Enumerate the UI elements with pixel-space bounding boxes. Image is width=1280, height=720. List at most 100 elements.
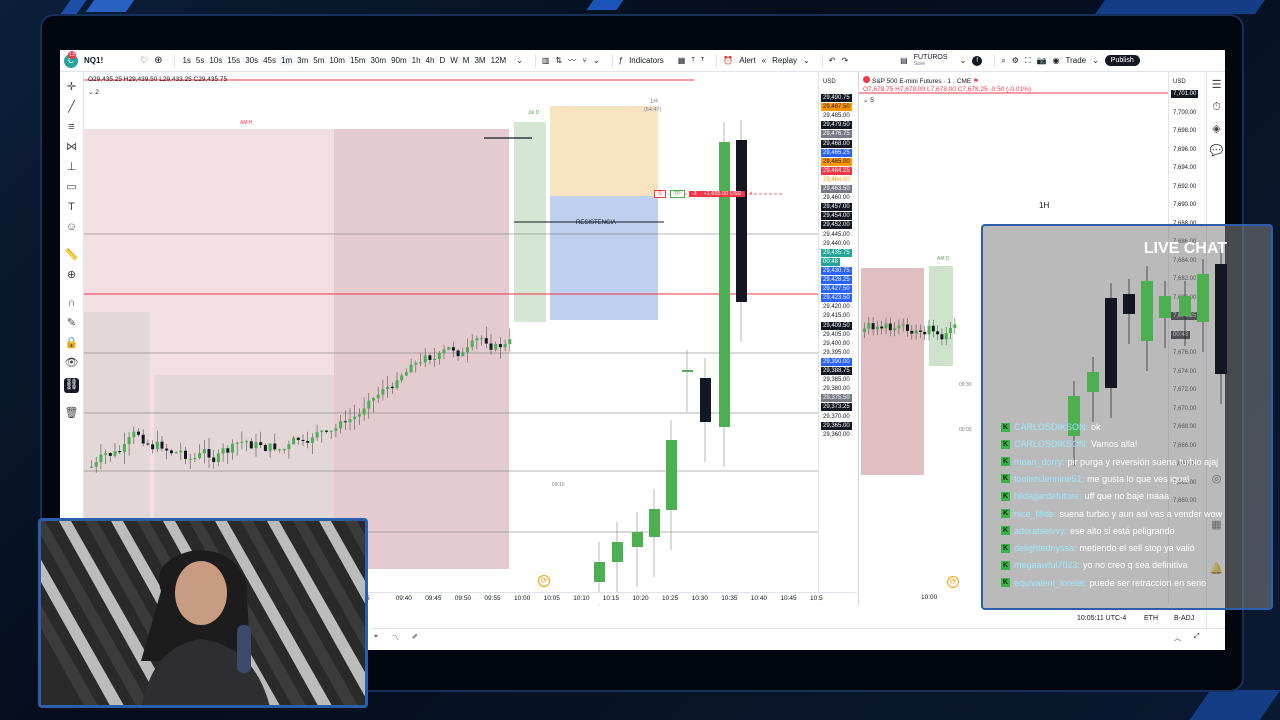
interval-12M[interactable]: 12M — [490, 55, 508, 66]
interval-30m[interactable]: 30m — [370, 55, 388, 66]
magnet-icon[interactable]: ∩ — [64, 296, 79, 311]
interval-1h[interactable]: 1h — [411, 55, 422, 66]
cursor-tool-icon[interactable]: ⌖ — [374, 633, 378, 641]
crosshair-icon[interactable]: ✛ — [64, 80, 79, 95]
interval-15m[interactable]: 15m — [349, 55, 367, 66]
line-tool-icon[interactable]: 〽 — [392, 633, 399, 643]
alert-button[interactable]: Alert — [739, 56, 755, 65]
candle-body — [263, 445, 267, 452]
t-icon[interactable]: ᵀ — [691, 56, 694, 65]
fork-icon[interactable]: ⑂ — [582, 56, 587, 65]
order-close-button[interactable]: × — [749, 191, 752, 197]
chevron-down-icon[interactable]: ⌄ — [516, 56, 523, 65]
interval-45s[interactable]: 45s — [262, 55, 277, 66]
candle-body — [475, 338, 479, 341]
redo-icon[interactable]: ↷ — [841, 56, 848, 65]
expand-icon[interactable]: ⤢ — [1194, 633, 1200, 641]
interval-5s[interactable]: 5s — [195, 55, 205, 66]
zoom-icon[interactable]: ⊕ — [64, 268, 79, 283]
chevron-down-icon[interactable]: ⌄ — [593, 56, 600, 65]
candle-body — [329, 430, 333, 432]
chevron-down-icon[interactable]: ⌄ — [1092, 56, 1099, 65]
interval-15s[interactable]: 15s — [226, 55, 241, 66]
currency-label[interactable]: USD — [821, 78, 838, 86]
session-label[interactable]: ETH — [1144, 615, 1158, 622]
adjustment-label[interactable]: B-ADJ — [1174, 615, 1194, 622]
candle-body — [936, 331, 940, 335]
nq-price-axis[interactable]: USD 29,490.75 29,487.50 29,485.00 29,479.50… — [818, 72, 858, 605]
layout-icon[interactable]: ▤ — [900, 56, 908, 65]
candles-icon[interactable]: ▥ — [542, 56, 550, 65]
replay-icon[interactable]: ⟳ — [538, 575, 550, 587]
publish-button[interactable]: Publish — [1104, 55, 1140, 66]
symbol-search[interactable]: NQ1! — [84, 56, 134, 65]
draw-tool-icon[interactable]: ✐ — [412, 633, 418, 641]
interval-W[interactable]: W — [449, 55, 459, 66]
trendline-icon[interactable]: ╱ — [64, 100, 79, 115]
indicators-button[interactable]: Indicators — [629, 56, 664, 65]
plus-icon[interactable]: ⊕ — [154, 55, 162, 66]
order-side-button[interactable]: S — [654, 190, 666, 198]
interval-3m[interactable]: 3m — [296, 55, 309, 66]
rectangle-icon[interactable]: ▭ — [64, 180, 79, 195]
fullscreen-icon[interactable]: ⛶ — [1025, 56, 1031, 66]
camera-icon[interactable]: 📷 — [1037, 56, 1047, 65]
indicators-icon[interactable]: ƒ — [619, 56, 623, 65]
interval-D[interactable]: D — [438, 55, 446, 66]
pencil-lock-icon[interactable]: ✎ — [64, 316, 79, 331]
replay-button[interactable]: Replay — [772, 56, 797, 65]
ruler-icon[interactable]: 📏 — [64, 248, 79, 263]
alerts-clock-icon[interactable]: ⏱ — [1209, 100, 1224, 115]
settings-icon[interactable]: ⚙ — [1012, 56, 1019, 65]
candle-body — [132, 431, 136, 438]
chat-icon[interactable]: 💬 — [1209, 144, 1224, 159]
currency-label[interactable]: USD — [1171, 78, 1188, 86]
app-logo[interactable]: C 13 — [64, 50, 78, 68]
search-icon[interactable]: ⌕ — [1001, 56, 1005, 66]
templates-icon[interactable]: ▦ — [678, 56, 686, 65]
f-icon[interactable]: f — [972, 55, 983, 66]
position-icon[interactable]: ⊥ — [64, 160, 79, 175]
heart-icon[interactable]: ♡ — [140, 55, 148, 66]
interval-10s[interactable]: 10s — [208, 55, 223, 66]
interval-30s[interactable]: 30s — [244, 55, 259, 66]
interval-M[interactable]: M — [462, 55, 471, 66]
compare-icon[interactable]: ⇅ — [555, 56, 562, 65]
interval-90m[interactable]: 90m — [390, 55, 408, 66]
trade-button[interactable]: Trade — [1065, 56, 1086, 65]
clock-label[interactable]: 10:05:11 UTC-4 — [1077, 615, 1126, 622]
interval-1s[interactable]: 1s — [181, 55, 191, 66]
replay-icon[interactable]: ⟳ — [947, 576, 959, 588]
trash-icon[interactable]: 🗑 — [64, 406, 79, 421]
undo-icon[interactable]: ↶ — [829, 56, 836, 65]
alarm-icon[interactable]: ⏰ — [723, 56, 733, 65]
interval-4h[interactable]: 4h — [425, 55, 436, 66]
trade-icon[interactable]: ◉ — [1053, 56, 1060, 65]
link-icon[interactable]: ⛓ — [64, 378, 79, 393]
interval-3M[interactable]: 3M — [473, 55, 486, 66]
order-line[interactable]: S TP -3 +1,605.00 USD × — [654, 190, 753, 198]
t-icon[interactable]: ᵀ — [701, 56, 704, 65]
watchlist-icon[interactable]: ☰ — [1209, 78, 1224, 93]
text-icon[interactable]: T — [64, 200, 79, 215]
layout-name[interactable]: FUTUROS Save — [914, 54, 954, 68]
pattern-icon[interactable]: ⋈ — [64, 140, 79, 155]
lock-icon[interactable]: 🔒 — [64, 336, 79, 351]
es-legend-toggle[interactable]: ⌄ 5 — [863, 96, 874, 104]
order-qty[interactable]: -3 — [688, 191, 700, 197]
interval-1m[interactable]: 1m — [280, 55, 294, 66]
order-tp-button[interactable]: TP — [669, 190, 685, 198]
chevron-down-icon[interactable]: ⌄ — [803, 56, 810, 65]
interval-5m[interactable]: 5m — [312, 55, 325, 66]
layers-icon[interactable]: ◈ — [1209, 122, 1224, 137]
replay-icon[interactable]: « — [762, 56, 766, 65]
emoji-icon[interactable]: ☺ — [64, 220, 79, 235]
horizontal-lines-icon[interactable]: ≡ — [64, 120, 79, 135]
collapse-icon[interactable]: ︿ — [1174, 633, 1181, 643]
line-tool-icon[interactable]: 〰 — [568, 55, 576, 66]
chevron-down-icon[interactable]: ⌄ — [960, 56, 967, 65]
eye-icon[interactable]: 👁 — [64, 356, 79, 371]
nq-legend-toggle[interactable]: ⌄ 2 — [88, 88, 99, 96]
interval-10m[interactable]: 10m — [328, 55, 346, 66]
price-label: 29,400.00 — [823, 340, 850, 347]
